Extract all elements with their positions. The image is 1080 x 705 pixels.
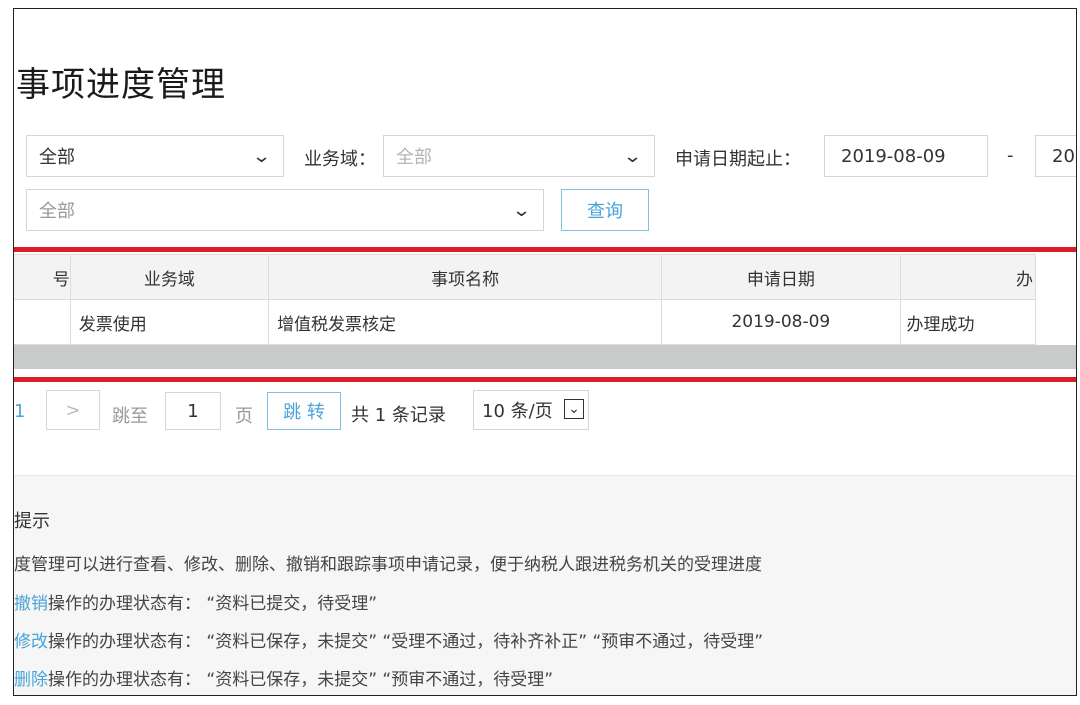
domain-label: 业务域： <box>304 149 376 170</box>
chevron-down-icon: ⌄ <box>564 399 584 419</box>
tips-delete-text: 操作的办理状态有： “资料已保存，未提交” “预审不通过，待受理” <box>48 670 554 690</box>
chevron-right-icon: > <box>65 399 81 421</box>
status-select-value: 全部 <box>39 147 75 168</box>
pager-next-button[interactable]: > <box>46 390 100 430</box>
cell-number <box>14 299 71 345</box>
app-frame: 事项进度管理 全部 ⌄ 业务域： 全部 ⌄ 申请日期起止： 2019-08-09… <box>13 8 1077 696</box>
modify-action-link[interactable]: 修改 <box>14 632 48 652</box>
query-button[interactable]: 查询 <box>561 189 649 231</box>
chevron-down-icon: ⌄ <box>622 146 643 167</box>
chevron-down-icon: ⌄ <box>251 146 272 167</box>
date-from-input[interactable]: 2019-08-09 <box>824 135 988 177</box>
tips-revoke-text: 操作的办理状态有： “资料已提交，待受理” <box>48 594 378 614</box>
column-header-domain: 业务域 <box>69 254 270 300</box>
page-title: 事项进度管理 <box>16 65 226 105</box>
pager-current-page[interactable]: 1 <box>14 401 25 422</box>
column-header-date: 申请日期 <box>661 254 901 300</box>
item-select-value: 全部 <box>39 201 75 222</box>
pager-jump-input[interactable]: 1 <box>165 392 221 430</box>
page-size-value: 10 条/页 <box>482 401 553 422</box>
domain-select-value: 全部 <box>396 147 432 168</box>
domain-select[interactable]: 全部 ⌄ <box>383 135 655 177</box>
date-separator: - <box>1007 145 1014 166</box>
cell-status: 办理成功 <box>899 299 1036 345</box>
table-header-row: 号 业务域 事项名称 申请日期 办 <box>14 254 1036 300</box>
date-to-input[interactable]: 20 <box>1035 135 1076 177</box>
pager-page-unit: 页 <box>235 406 253 427</box>
table-row[interactable]: 发票使用 增值税发票核定 2019-08-09 办理成功 <box>14 299 1036 345</box>
tips-line-delete: 删除操作的办理状态有： “资料已保存，未提交” “预审不通过，待受理” <box>14 665 553 690</box>
date-to-value: 20 <box>1052 145 1075 167</box>
pager-jump-button[interactable]: 跳 转 <box>267 392 341 430</box>
highlight-line-top <box>14 247 1076 252</box>
tips-panel <box>14 475 1076 695</box>
revoke-action-link[interactable]: 撤销 <box>14 594 48 614</box>
results-table: 号 业务域 事项名称 申请日期 办 发票使用 增值税发票核定 2019-08-0… <box>14 254 1036 345</box>
cell-domain: 发票使用 <box>69 299 270 345</box>
chevron-down-icon: ⌄ <box>511 200 532 221</box>
pager-total: 共 1 条记录 <box>351 405 446 426</box>
date-range-label: 申请日期起止： <box>675 149 801 170</box>
cell-name: 增值税发票核定 <box>268 299 663 345</box>
status-select[interactable]: 全部 ⌄ <box>26 135 284 177</box>
highlight-line-bottom <box>14 377 1076 382</box>
delete-action-link[interactable]: 删除 <box>14 670 48 690</box>
tips-line-intro: 度管理可以进行查看、修改、删除、撤销和跟踪事项申请记录，便于纳税人跟进税务机关的… <box>14 550 762 575</box>
tips-line-revoke: 撤销操作的办理状态有： “资料已提交，待受理” <box>14 589 377 614</box>
cell-date: 2019-08-09 <box>661 299 901 345</box>
table-scrollbar[interactable] <box>14 345 1076 369</box>
pager-jump-value: 1 <box>187 400 199 422</box>
item-select[interactable]: 全部 ⌄ <box>26 189 544 231</box>
tips-title: 提示 <box>14 511 50 532</box>
page-size-select[interactable]: 10 条/页 ⌄ <box>473 390 589 430</box>
tips-line-modify: 修改操作的办理状态有： “资料已保存，未提交” “受理不通过，待补齐补正” “预… <box>14 627 763 652</box>
tips-modify-text: 操作的办理状态有： “资料已保存，未提交” “受理不通过，待补齐补正” “预审不… <box>48 632 764 652</box>
column-header-number: 号 <box>14 254 71 300</box>
column-header-status: 办 <box>899 254 1036 300</box>
tips-intro-text: 度管理可以进行查看、修改、删除、撤销和跟踪事项申请记录，便于纳税人跟进税务机关的… <box>14 555 762 575</box>
column-header-name: 事项名称 <box>268 254 663 300</box>
date-from-value: 2019-08-09 <box>841 145 946 167</box>
pager-jump-label: 跳至 <box>112 406 148 427</box>
